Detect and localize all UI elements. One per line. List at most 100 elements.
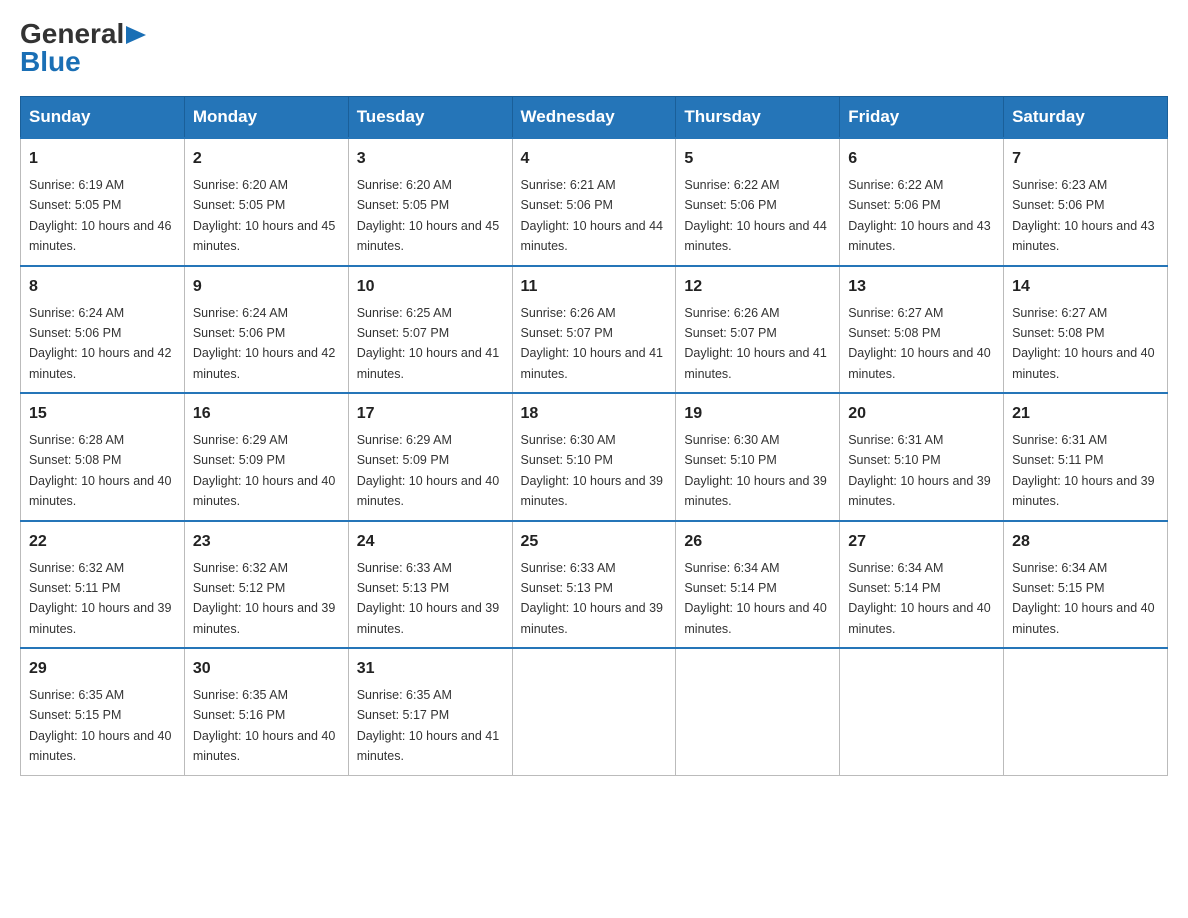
day-number: 7 — [1012, 147, 1159, 171]
day-info: Sunrise: 6:26 AMSunset: 5:07 PMDaylight:… — [684, 306, 826, 381]
day-info: Sunrise: 6:20 AMSunset: 5:05 PMDaylight:… — [357, 178, 499, 253]
day-number: 1 — [29, 147, 176, 171]
calendar-cell: 16Sunrise: 6:29 AMSunset: 5:09 PMDayligh… — [184, 393, 348, 521]
day-number: 23 — [193, 530, 340, 554]
day-info: Sunrise: 6:22 AMSunset: 5:06 PMDaylight:… — [684, 178, 826, 253]
day-number: 31 — [357, 657, 504, 681]
weekday-header-wednesday: Wednesday — [512, 97, 676, 139]
day-number: 24 — [357, 530, 504, 554]
day-info: Sunrise: 6:19 AMSunset: 5:05 PMDaylight:… — [29, 178, 171, 253]
day-number: 8 — [29, 275, 176, 299]
calendar-week-row-3: 15 Sunrise: 6:28 AMSunset: 5:08 PMDayligh… — [21, 393, 1168, 521]
calendar-cell: 17 Sunrise: 6:29 AMSunset: 5:09 PMDayligh… — [348, 393, 512, 521]
day-number: 20 — [848, 402, 995, 426]
day-info: Sunrise: 6:33 AMSunset: 5:13 PMDaylight:… — [521, 561, 663, 636]
calendar-week-row-5: 29Sunrise: 6:35 AMSunset: 5:15 PMDayligh… — [21, 648, 1168, 775]
day-info: Sunrise: 6:35 AMSunset: 5:15 PMDaylight:… — [29, 688, 171, 763]
calendar-cell: 5Sunrise: 6:22 AMSunset: 5:06 PMDaylight… — [676, 138, 840, 266]
calendar-cell: 14 Sunrise: 6:27 AMSunset: 5:08 PMDayligh… — [1004, 266, 1168, 394]
logo-blue-text: Blue — [20, 48, 81, 76]
calendar-cell: 2Sunrise: 6:20 AMSunset: 5:05 PMDaylight… — [184, 138, 348, 266]
calendar-cell: 19Sunrise: 6:30 AMSunset: 5:10 PMDayligh… — [676, 393, 840, 521]
day-number: 14 — [1012, 275, 1159, 299]
calendar-header: SundayMondayTuesdayWednesdayThursdayFrid… — [21, 97, 1168, 139]
day-info: Sunrise: 6:32 AMSunset: 5:12 PMDaylight:… — [193, 561, 335, 636]
day-info: Sunrise: 6:34 AMSunset: 5:14 PMDaylight:… — [848, 561, 990, 636]
day-number: 22 — [29, 530, 176, 554]
calendar-body: 1 Sunrise: 6:19 AMSunset: 5:05 PMDaylight… — [21, 138, 1168, 775]
calendar-table: SundayMondayTuesdayWednesdayThursdayFrid… — [20, 96, 1168, 776]
calendar-cell: 24 Sunrise: 6:33 AMSunset: 5:13 PMDayligh… — [348, 521, 512, 649]
day-info: Sunrise: 6:21 AMSunset: 5:06 PMDaylight:… — [521, 178, 663, 253]
weekday-header-row: SundayMondayTuesdayWednesdayThursdayFrid… — [21, 97, 1168, 139]
day-info: Sunrise: 6:31 AMSunset: 5:10 PMDaylight:… — [848, 433, 990, 508]
weekday-header-friday: Friday — [840, 97, 1004, 139]
calendar-cell: 20 Sunrise: 6:31 AMSunset: 5:10 PMDayligh… — [840, 393, 1004, 521]
calendar-cell: 1 Sunrise: 6:19 AMSunset: 5:05 PMDaylight… — [21, 138, 185, 266]
calendar-cell: 6 Sunrise: 6:22 AMSunset: 5:06 PMDaylight… — [840, 138, 1004, 266]
calendar-cell: 31 Sunrise: 6:35 AMSunset: 5:17 PMDayligh… — [348, 648, 512, 775]
calendar-cell: 18 Sunrise: 6:30 AMSunset: 5:10 PMDayligh… — [512, 393, 676, 521]
day-number: 17 — [357, 402, 504, 426]
calendar-cell — [1004, 648, 1168, 775]
day-number: 12 — [684, 275, 831, 299]
day-info: Sunrise: 6:24 AMSunset: 5:06 PMDaylight:… — [29, 306, 171, 381]
calendar-cell: 4 Sunrise: 6:21 AMSunset: 5:06 PMDaylight… — [512, 138, 676, 266]
day-number: 2 — [193, 147, 340, 171]
day-number: 19 — [684, 402, 831, 426]
calendar-cell: 26Sunrise: 6:34 AMSunset: 5:14 PMDayligh… — [676, 521, 840, 649]
day-info: Sunrise: 6:35 AMSunset: 5:16 PMDaylight:… — [193, 688, 335, 763]
calendar-week-row-2: 8 Sunrise: 6:24 AMSunset: 5:06 PMDaylight… — [21, 266, 1168, 394]
calendar-cell: 7Sunrise: 6:23 AMSunset: 5:06 PMDaylight… — [1004, 138, 1168, 266]
calendar-cell: 10Sunrise: 6:25 AMSunset: 5:07 PMDayligh… — [348, 266, 512, 394]
day-number: 26 — [684, 530, 831, 554]
day-info: Sunrise: 6:32 AMSunset: 5:11 PMDaylight:… — [29, 561, 171, 636]
calendar-cell: 15 Sunrise: 6:28 AMSunset: 5:08 PMDayligh… — [21, 393, 185, 521]
calendar-cell: 23 Sunrise: 6:32 AMSunset: 5:12 PMDayligh… — [184, 521, 348, 649]
day-info: Sunrise: 6:33 AMSunset: 5:13 PMDaylight:… — [357, 561, 499, 636]
day-number: 9 — [193, 275, 340, 299]
day-number: 25 — [521, 530, 668, 554]
day-number: 16 — [193, 402, 340, 426]
day-info: Sunrise: 6:26 AMSunset: 5:07 PMDaylight:… — [521, 306, 663, 381]
day-info: Sunrise: 6:35 AMSunset: 5:17 PMDaylight:… — [357, 688, 499, 763]
day-info: Sunrise: 6:28 AMSunset: 5:08 PMDaylight:… — [29, 433, 171, 508]
day-number: 13 — [848, 275, 995, 299]
calendar-cell: 27 Sunrise: 6:34 AMSunset: 5:14 PMDayligh… — [840, 521, 1004, 649]
logo: General Blue — [20, 20, 146, 76]
calendar-cell: 9Sunrise: 6:24 AMSunset: 5:06 PMDaylight… — [184, 266, 348, 394]
calendar-cell: 25 Sunrise: 6:33 AMSunset: 5:13 PMDayligh… — [512, 521, 676, 649]
day-number: 4 — [521, 147, 668, 171]
day-info: Sunrise: 6:27 AMSunset: 5:08 PMDaylight:… — [1012, 306, 1154, 381]
day-info: Sunrise: 6:29 AMSunset: 5:09 PMDaylight:… — [357, 433, 499, 508]
logo-triangle-icon — [126, 26, 146, 44]
calendar-cell: 13 Sunrise: 6:27 AMSunset: 5:08 PMDayligh… — [840, 266, 1004, 394]
day-number: 6 — [848, 147, 995, 171]
calendar-week-row-4: 22 Sunrise: 6:32 AMSunset: 5:11 PMDayligh… — [21, 521, 1168, 649]
day-info: Sunrise: 6:30 AMSunset: 5:10 PMDaylight:… — [521, 433, 663, 508]
logo-general-text: General — [20, 20, 124, 48]
day-info: Sunrise: 6:22 AMSunset: 5:06 PMDaylight:… — [848, 178, 990, 253]
day-number: 18 — [521, 402, 668, 426]
calendar-cell: 29Sunrise: 6:35 AMSunset: 5:15 PMDayligh… — [21, 648, 185, 775]
calendar-week-row-1: 1 Sunrise: 6:19 AMSunset: 5:05 PMDaylight… — [21, 138, 1168, 266]
weekday-header-tuesday: Tuesday — [348, 97, 512, 139]
day-info: Sunrise: 6:31 AMSunset: 5:11 PMDaylight:… — [1012, 433, 1154, 508]
day-number: 30 — [193, 657, 340, 681]
calendar-cell: 21Sunrise: 6:31 AMSunset: 5:11 PMDayligh… — [1004, 393, 1168, 521]
calendar-cell: 12 Sunrise: 6:26 AMSunset: 5:07 PMDayligh… — [676, 266, 840, 394]
calendar-cell — [512, 648, 676, 775]
calendar-cell: 11Sunrise: 6:26 AMSunset: 5:07 PMDayligh… — [512, 266, 676, 394]
weekday-header-monday: Monday — [184, 97, 348, 139]
day-number: 27 — [848, 530, 995, 554]
page-header: General Blue — [20, 20, 1168, 76]
calendar-cell: 3 Sunrise: 6:20 AMSunset: 5:05 PMDaylight… — [348, 138, 512, 266]
calendar-cell: 8 Sunrise: 6:24 AMSunset: 5:06 PMDaylight… — [21, 266, 185, 394]
day-number: 15 — [29, 402, 176, 426]
day-info: Sunrise: 6:27 AMSunset: 5:08 PMDaylight:… — [848, 306, 990, 381]
day-info: Sunrise: 6:34 AMSunset: 5:15 PMDaylight:… — [1012, 561, 1154, 636]
day-number: 3 — [357, 147, 504, 171]
calendar-cell: 28Sunrise: 6:34 AMSunset: 5:15 PMDayligh… — [1004, 521, 1168, 649]
calendar-cell: 22 Sunrise: 6:32 AMSunset: 5:11 PMDayligh… — [21, 521, 185, 649]
calendar-cell — [676, 648, 840, 775]
